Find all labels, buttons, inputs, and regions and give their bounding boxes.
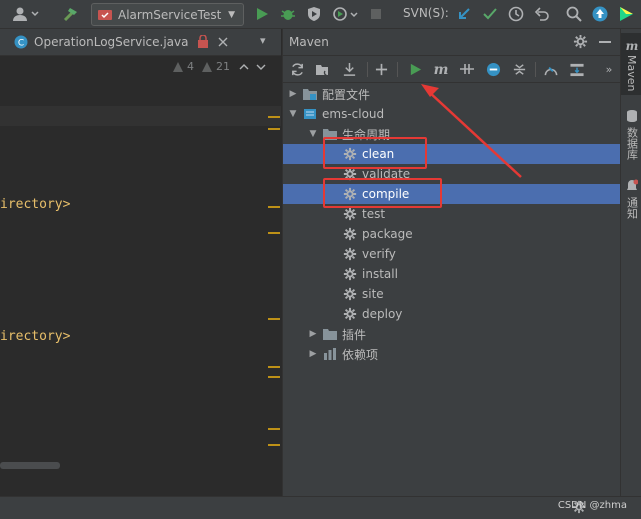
build-hammer-icon[interactable]	[60, 4, 82, 24]
gear-icon	[343, 287, 357, 301]
error-stripe-mark[interactable]	[268, 232, 280, 234]
weak-warning-icon	[202, 61, 212, 72]
history-icon[interactable]	[506, 4, 526, 24]
run-icon[interactable]	[253, 4, 271, 24]
file-lock-icon	[198, 35, 209, 48]
tab-notifications[interactable]: 通知	[621, 175, 641, 225]
tree-label: verify	[362, 247, 396, 261]
code-editor[interactable]: 4 21 irectory> irectory>	[0, 56, 281, 496]
run-configuration-selector[interactable]: AlarmServiceTest ▼	[91, 3, 244, 26]
tab-maven[interactable]: m Maven	[621, 33, 641, 95]
profiler-icon[interactable]	[331, 4, 361, 24]
code-line: irectory>	[0, 329, 71, 344]
tab-label: OperationLogService.java	[34, 35, 189, 49]
database-icon	[626, 110, 637, 122]
warning-count: 4	[187, 60, 194, 73]
tab-label: 通知	[625, 197, 639, 219]
tree-label: install	[362, 267, 398, 281]
error-stripe-mark[interactable]	[268, 376, 280, 378]
chevron-right-icon[interactable]: ▶	[307, 349, 319, 359]
user-account-icon[interactable]	[10, 4, 44, 24]
code-line: irectory>	[0, 197, 71, 212]
tree-node-plugins[interactable]: ▶ 插件	[283, 324, 621, 344]
toolbox-logo-icon[interactable]	[616, 4, 636, 24]
stop-icon[interactable]	[368, 4, 384, 24]
chevron-down-icon: ▼	[228, 9, 235, 20]
tree-node-goal-deploy[interactable]: deploy	[283, 304, 621, 324]
maven-m-icon: m	[625, 39, 638, 51]
tab-operation-log-service[interactable]: C OperationLogService.java	[0, 29, 228, 55]
svn-label: SVN(S):	[403, 6, 449, 20]
tree-label: site	[362, 287, 384, 301]
gear-icon	[343, 227, 357, 241]
tab-label: 数据库	[625, 127, 639, 160]
error-stripe-mark[interactable]	[268, 206, 280, 208]
gear-icon	[343, 247, 357, 261]
gear-icon	[343, 267, 357, 281]
ide-update-icon[interactable]	[590, 4, 610, 24]
tree-label: package	[362, 227, 413, 241]
inspection-widget[interactable]: 4 21	[0, 56, 281, 78]
tree-node-dependencies[interactable]: ▶ 依赖项	[283, 344, 621, 364]
right-tool-bar: m Maven 数据库 通知	[620, 29, 641, 496]
svn-commit-icon[interactable]	[480, 4, 500, 24]
error-stripe-mark[interactable]	[268, 444, 280, 446]
tree-node-goal-verify[interactable]: verify	[283, 244, 621, 264]
tabs-overflow-icon[interactable]: ▾	[260, 34, 266, 47]
weak-warning-count: 21	[216, 60, 230, 73]
tree-label: 依赖项	[342, 347, 379, 362]
tree-label: 插件	[342, 327, 367, 342]
error-stripe-mark[interactable]	[268, 318, 280, 320]
watermark: CSDN @zhma	[557, 500, 627, 511]
dependencies-icon	[324, 348, 336, 360]
editor-tab-strip: C OperationLogService.java ▾	[0, 29, 281, 56]
error-stripe-mark[interactable]	[268, 116, 280, 118]
java-class-icon: C	[14, 35, 28, 49]
horizontal-scrollbar[interactable]	[0, 462, 60, 469]
bell-icon	[626, 179, 638, 190]
chevron-down-icon[interactable]	[256, 62, 266, 72]
annotation-arrow	[421, 84, 522, 178]
warning-icon	[173, 61, 183, 72]
tab-label: Maven	[625, 55, 638, 92]
tree-node-goal-install[interactable]: install	[283, 264, 621, 284]
chevron-right-icon[interactable]: ▶	[307, 329, 319, 339]
plugins-folder-icon	[323, 329, 337, 340]
error-stripe-mark[interactable]	[268, 366, 280, 368]
error-stripe-mark[interactable]	[268, 428, 280, 430]
tab-database[interactable]: 数据库	[621, 105, 641, 165]
main-toolbar: AlarmServiceTest ▼ SVN(S):	[0, 0, 641, 29]
gear-icon	[343, 307, 357, 321]
tree-node-goal-site[interactable]: site	[283, 284, 621, 304]
svn-update-icon[interactable]	[454, 4, 474, 24]
tree-label: deploy	[362, 307, 403, 321]
debug-icon[interactable]	[279, 4, 297, 24]
rollback-icon[interactable]	[532, 4, 552, 24]
status-bar: CSDN @zhma	[0, 496, 641, 519]
test-config-icon	[98, 9, 112, 20]
caret-line-highlight	[0, 106, 281, 126]
svg-text:C: C	[18, 39, 24, 49]
maven-tool-window: Maven m » ▶ 配置文件 ▼ ems-cloud ▼ 生命周期 clea…	[282, 29, 621, 496]
coverage-icon[interactable]	[305, 4, 323, 24]
svg-text:m: m	[625, 39, 638, 51]
search-icon[interactable]	[564, 4, 584, 24]
chevron-up-icon[interactable]	[239, 62, 249, 72]
error-stripe-mark[interactable]	[268, 128, 280, 130]
run-config-label: AlarmServiceTest	[118, 7, 222, 22]
close-icon[interactable]	[218, 37, 228, 47]
